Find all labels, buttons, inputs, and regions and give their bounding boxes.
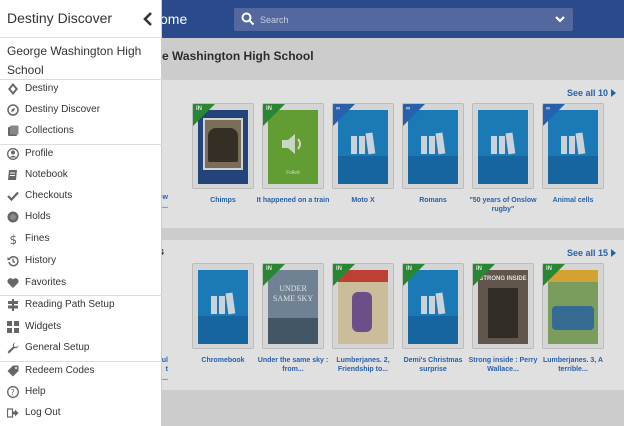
tag-icon [7,365,19,377]
menu-item-log-out[interactable]: Log Out [0,404,162,425]
logout-icon [7,408,19,418]
menu-label: Log Out [25,407,61,418]
collections-icon [8,125,19,136]
drawer-title: Destiny Discover [7,10,113,26]
search-box[interactable] [234,8,573,31]
signpost-icon [8,299,18,311]
menu-label: Fines [25,233,50,244]
menu-label: General Setup [25,342,90,353]
menu-item-widgets[interactable]: Widgets [0,318,162,339]
menu-item-favorites[interactable]: Favorites [0,274,162,295]
menu-item-history[interactable]: History [0,252,162,273]
menu-label: Notebook [25,169,68,180]
holds-icon [7,211,19,223]
heart-icon [7,278,19,288]
menu-item-profile[interactable]: Profile [0,145,162,166]
widgets-icon [7,321,19,333]
menu-item-holds[interactable]: Holds [0,208,162,229]
menu-label: Destiny Discover [25,104,101,115]
chevron-down-icon[interactable] [554,13,566,25]
menu-item-collections[interactable]: Collections [0,122,162,143]
menu-label: Widgets [25,321,62,332]
menu-label: Reading Path Setup [25,299,115,310]
menu-item-general-setup[interactable]: General Setup [0,339,162,360]
chevron-left-icon[interactable] [143,12,153,26]
check-icon [7,191,19,202]
drawer-header: Destiny Discover [0,0,162,38]
notebook-icon [8,170,17,180]
menu-item-notebook[interactable]: Notebook [0,166,162,187]
school-name: George Washington High School [7,44,142,77]
menu-item-fines[interactable]: $ Fines [0,230,162,251]
nav-drawer: Destiny Discover George Washington High … [0,0,162,426]
svg-text:$: $ [10,233,18,245]
menu-label: Holds [25,211,51,222]
wrench-icon [7,342,19,354]
menu-item-destiny[interactable]: Destiny [0,80,162,101]
home-title[interactable]: ome [160,11,187,27]
menu-item-destiny-discover[interactable]: Destiny Discover [0,101,162,122]
search-input[interactable] [260,11,550,28]
menu-label: Favorites [25,277,67,288]
menu-label: Redeem Codes [25,365,95,376]
menu-label: Collections [25,125,74,136]
menu-label: Profile [25,148,54,159]
menu-item-help[interactable]: ? Help [0,383,162,404]
help-icon: ? [7,386,19,398]
menu-label: Destiny [25,83,59,94]
menu-label: Checkouts [25,190,73,201]
dollar-icon: $ [10,233,18,245]
menu-item-redeem-codes[interactable]: Redeem Codes [0,362,162,383]
history-icon [7,255,19,267]
compass-icon [7,104,19,116]
profile-icon [7,148,19,160]
search-icon[interactable] [241,12,255,26]
destiny-icon [8,83,18,95]
menu-label: Help [25,386,46,397]
drawer-overlay[interactable] [162,38,624,426]
menu-item-reading-path-setup[interactable]: Reading Path Setup [0,296,162,317]
svg-text:?: ? [11,388,15,397]
menu-item-checkouts[interactable]: Checkouts [0,187,162,208]
menu-label: History [25,255,57,266]
